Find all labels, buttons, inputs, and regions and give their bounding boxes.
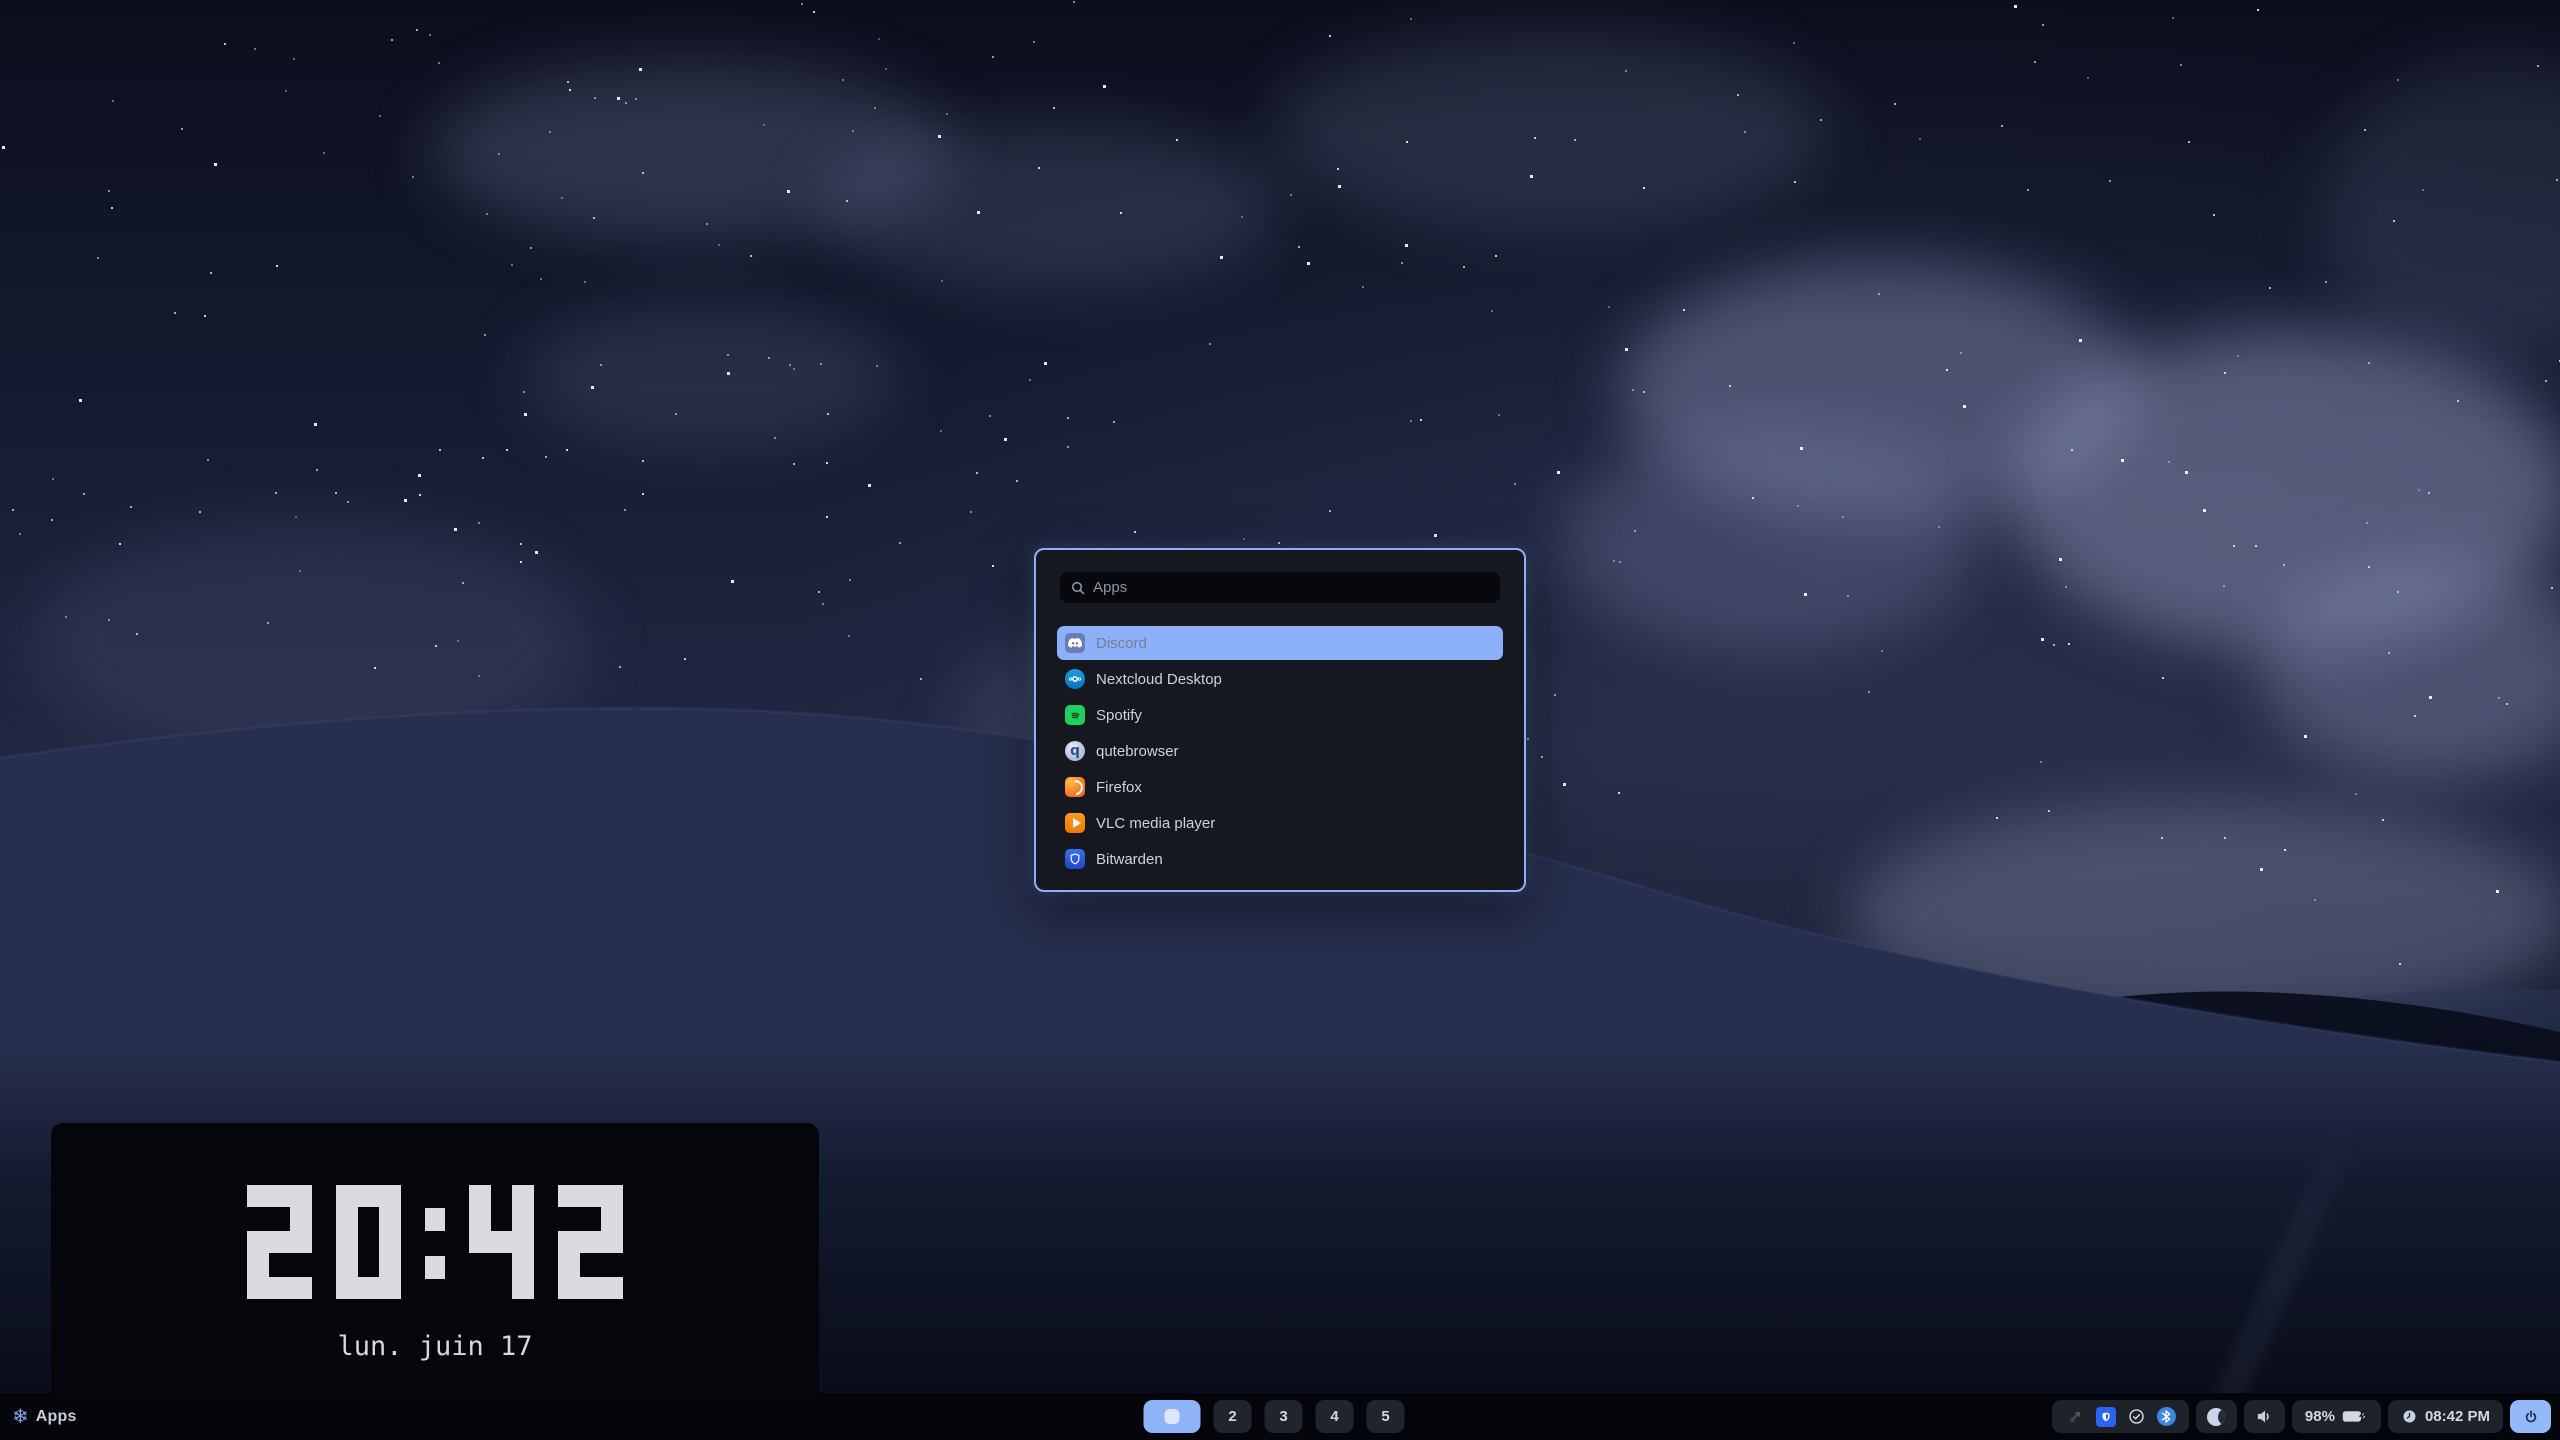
speaker-icon [2255, 1407, 2274, 1426]
search-box[interactable] [1060, 572, 1500, 603]
search-icon [1071, 581, 1085, 595]
transfer-arrows-icon[interactable] [2065, 1407, 2085, 1427]
app-row-spotify[interactable]: Spotify [1057, 698, 1503, 732]
clock-icon [2401, 1408, 2418, 1425]
app-list: Discord Nextcloud Desktop Spotify q qute… [1057, 626, 1503, 876]
app-row-nextcloud[interactable]: Nextcloud Desktop [1057, 662, 1503, 696]
check-circle-icon[interactable] [2127, 1407, 2146, 1426]
apps-menu-label: Apps [36, 1408, 77, 1426]
app-label: qutebrowser [1096, 743, 1179, 760]
workspace-3[interactable]: 3 [1265, 1400, 1303, 1433]
tray-group [2052, 1400, 2189, 1433]
moon-phase-icon [2207, 1408, 2225, 1426]
bottom-bar: ❄ Apps 2 3 4 5 [0, 1393, 2560, 1440]
vlc-icon [1065, 813, 1085, 833]
app-row-firefox[interactable]: Firefox [1057, 770, 1503, 804]
app-row-bitwarden[interactable]: Bitwarden [1057, 842, 1503, 876]
app-label: Spotify [1096, 707, 1142, 724]
firefox-icon [1065, 777, 1085, 797]
app-label: Firefox [1096, 779, 1142, 796]
workspace-5[interactable]: 5 [1367, 1400, 1405, 1433]
battery-percent: 98% [2305, 1408, 2335, 1425]
power-button[interactable] [2510, 1400, 2551, 1433]
search-input[interactable] [1091, 578, 1489, 597]
workspace-4[interactable]: 4 [1316, 1400, 1354, 1433]
clock-widget: lun. juin 17 [51, 1123, 819, 1393]
battery-status[interactable]: 98% [2292, 1400, 2381, 1433]
app-row-vlc[interactable]: VLC media player [1057, 806, 1503, 840]
app-launcher: Discord Nextcloud Desktop Spotify q qute… [1034, 548, 1526, 892]
nextcloud-icon [1065, 669, 1085, 689]
workspace-switcher: 2 3 4 5 [1144, 1400, 1405, 1433]
active-workspace-indicator [1165, 1409, 1180, 1424]
qutebrowser-icon: q [1065, 741, 1085, 761]
app-label: Discord [1096, 635, 1147, 652]
bitwarden-tray-icon[interactable] [2096, 1407, 2116, 1427]
clock-pill[interactable]: 08:42 PM [2388, 1400, 2503, 1433]
power-icon [2522, 1408, 2540, 1426]
clock-date: lun. juin 17 [51, 1331, 819, 1362]
nixos-logo-icon: ❄ [12, 1407, 29, 1427]
spotify-icon [1065, 705, 1085, 725]
app-row-qutebrowser[interactable]: q qutebrowser [1057, 734, 1503, 768]
battery-charging-icon [2342, 1409, 2368, 1424]
bar-time: 08:42 PM [2425, 1408, 2490, 1425]
discord-icon [1065, 633, 1085, 653]
app-row-discord[interactable]: Discord [1057, 626, 1503, 660]
clock-time-display [247, 1185, 623, 1299]
volume-button[interactable] [2244, 1400, 2285, 1433]
system-tray-area: 98% 08:42 PM [2052, 1400, 2551, 1433]
app-label: Bitwarden [1096, 851, 1163, 868]
bluetooth-icon[interactable] [2157, 1407, 2176, 1426]
night-light-button[interactable] [2196, 1400, 2237, 1433]
bitwarden-icon [1065, 849, 1085, 869]
apps-menu-button[interactable]: ❄ Apps [12, 1393, 77, 1440]
workspace-1-active[interactable] [1144, 1400, 1201, 1433]
app-label: VLC media player [1096, 815, 1215, 832]
workspace-2[interactable]: 2 [1214, 1400, 1252, 1433]
app-label: Nextcloud Desktop [1096, 671, 1222, 688]
qutebrowser-icon-letter: q [1070, 744, 1080, 758]
